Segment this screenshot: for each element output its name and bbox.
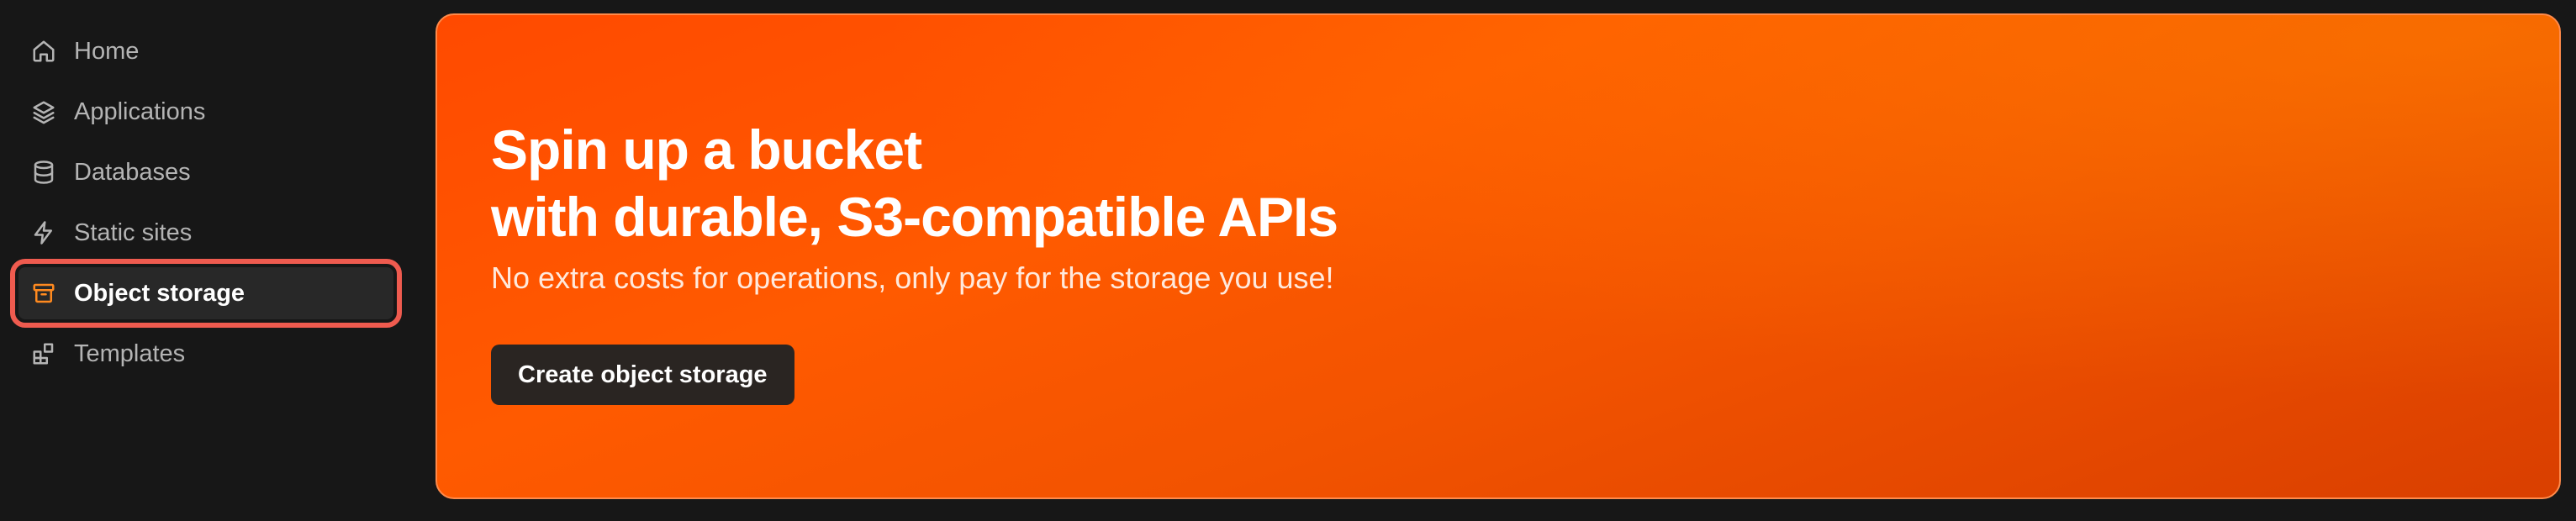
promo-banner: Spin up a bucket with durable, S3-compat… [435,13,2561,499]
banner-title: Spin up a bucket with durable, S3-compat… [491,116,1338,250]
sidebar-item-label: Object storage [74,279,245,307]
layers-icon [30,98,57,125]
sidebar-item-applications[interactable]: Applications [18,86,393,138]
sidebar-item-home[interactable]: Home [18,25,393,77]
sidebar-item-label: Databases [74,158,191,186]
sidebar-item-databases[interactable]: Databases [18,146,393,198]
banner-subtitle: No extra costs for operations, only pay … [491,260,1334,295]
database-icon [30,159,57,186]
sidebar-item-object-storage[interactable]: Object storage [10,259,402,328]
sidebar-item-label: Templates [74,339,186,367]
sidebar-item-label: Applications [74,97,206,125]
sidebar-item-static-sites[interactable]: Static sites [18,207,393,259]
sidebar: Home Applications Databases Static sites… [0,0,420,521]
banner-title-line-2: with durable, S3-compatible APIs [491,186,1338,248]
blocks-icon [30,340,57,367]
banner-title-line-1: Spin up a bucket [491,118,922,181]
sidebar-item-templates[interactable]: Templates [18,328,393,380]
home-icon [30,38,57,65]
sidebar-item-label: Static sites [74,218,193,246]
create-object-storage-button[interactable]: Create object storage [491,345,794,405]
archive-box-icon [30,280,57,307]
sidebar-item-label: Home [74,37,140,65]
bolt-icon [30,219,57,246]
